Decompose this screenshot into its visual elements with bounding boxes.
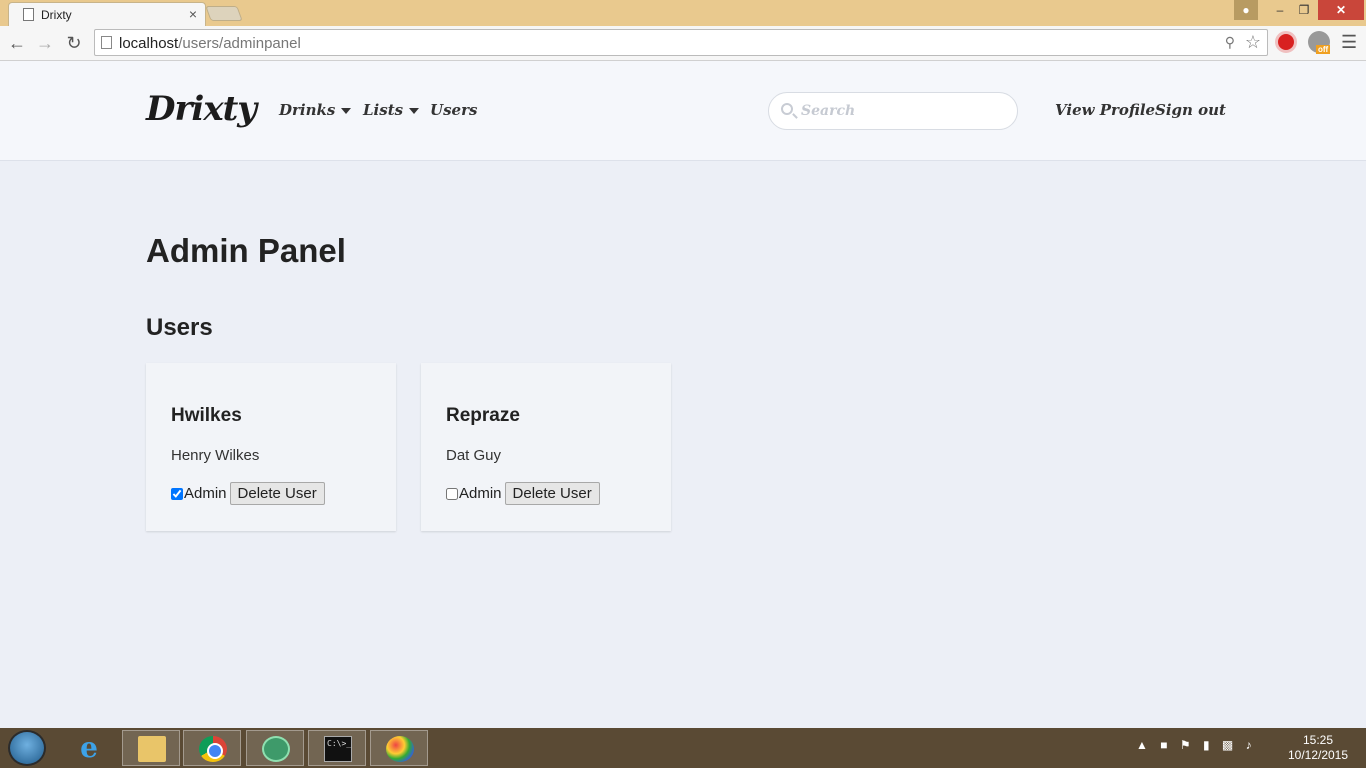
users-section-title: Users xyxy=(146,314,213,341)
menu-icon[interactable]: ☰ xyxy=(1341,32,1357,53)
atom-icon xyxy=(262,736,290,762)
caret-down-icon xyxy=(409,108,420,114)
paint-icon xyxy=(386,736,414,762)
admin-checkbox[interactable] xyxy=(446,487,458,500)
site-navbar: Drixty Drinks Lists Users View Profile S… xyxy=(0,61,1366,161)
browser-tab[interactable]: Drixty × xyxy=(8,2,206,26)
user-profile-icon[interactable]: ● xyxy=(1234,0,1258,20)
site-logo[interactable]: Drixty xyxy=(146,89,257,129)
url-text[interactable]: localhost/users/adminpanel xyxy=(119,35,301,52)
volume-icon[interactable]: ♪ xyxy=(1246,738,1252,752)
browser-titlebar: Drixty × ● – ❐ ✕ xyxy=(0,0,1366,26)
system-tray: ▲ ■ ⚑ ▮ ▩ ♪ xyxy=(1136,738,1261,752)
internet-explorer-icon: e xyxy=(80,731,98,764)
user-controls: Admin Delete User xyxy=(171,482,325,505)
taskbar-atom[interactable] xyxy=(246,730,304,766)
key-icon[interactable]: ⚲ xyxy=(1225,34,1235,51)
url-host: localhost xyxy=(119,35,179,52)
new-tab-button[interactable] xyxy=(205,6,243,21)
browser-toolbar: ← → ↻ localhost/users/adminpanel ⚲ ☆ off… xyxy=(0,26,1366,61)
bookmark-star-icon[interactable]: ☆ xyxy=(1245,32,1261,53)
taskbar-paint[interactable] xyxy=(370,730,428,766)
antivirus-icon[interactable]: ■ xyxy=(1160,738,1167,752)
delete-user-button[interactable]: Delete User xyxy=(229,482,325,505)
user-username: Hwilkes xyxy=(171,405,242,426)
flag-icon[interactable]: ⚑ xyxy=(1180,738,1191,752)
user-card: Hwilkes Henry Wilkes Admin Delete User xyxy=(146,363,396,531)
power-icon[interactable]: ▮ xyxy=(1203,738,1210,752)
view-profile-link[interactable]: View Profile xyxy=(1055,101,1155,119)
network-icon[interactable]: ▩ xyxy=(1222,738,1233,752)
taskbar-cmd[interactable]: C:\>_ xyxy=(308,730,366,766)
folder-icon xyxy=(138,736,166,762)
page-icon xyxy=(23,8,34,21)
taskbar-chrome[interactable] xyxy=(183,730,241,766)
nav-lists-label: Lists xyxy=(363,101,404,119)
user-username: Repraze xyxy=(446,405,520,426)
admin-checkbox[interactable] xyxy=(171,487,183,500)
taskbar-explorer[interactable] xyxy=(122,730,180,766)
user-fullname: Dat Guy xyxy=(446,447,502,464)
admin-label: Admin xyxy=(459,485,502,502)
caret-down-icon xyxy=(341,108,352,114)
address-bar[interactable]: localhost/users/adminpanel ⚲ ☆ xyxy=(94,29,1268,56)
nav-users[interactable]: Users xyxy=(430,101,477,119)
restore-button[interactable]: ❐ xyxy=(1290,0,1318,20)
search-icon xyxy=(781,103,793,115)
taskbar-ie[interactable]: e xyxy=(60,730,118,766)
clock-date: 10/12/2015 xyxy=(1287,748,1349,762)
user-fullname: Henry Wilkes xyxy=(171,447,260,464)
close-tab-icon[interactable]: × xyxy=(189,6,197,22)
nav-drinks-label: Drinks xyxy=(279,101,336,119)
clock[interactable]: 15:25 10/12/2015 xyxy=(1286,733,1350,763)
admin-label: Admin xyxy=(184,485,227,502)
extension-badge: off xyxy=(1316,45,1331,54)
page-title: Admin Panel xyxy=(146,232,346,269)
forward-arrow-icon[interactable]: → xyxy=(34,32,56,54)
search-box xyxy=(768,92,1018,130)
close-window-button[interactable]: ✕ xyxy=(1318,0,1364,20)
page-icon xyxy=(101,36,112,49)
sign-out-link[interactable]: Sign out xyxy=(1155,101,1226,119)
nav-lists[interactable]: Lists xyxy=(363,101,420,119)
chrome-icon xyxy=(199,736,227,762)
user-card: Repraze Dat Guy Admin Delete User xyxy=(421,363,671,531)
command-prompt-icon: C:\>_ xyxy=(324,736,352,762)
stop-extension-icon[interactable] xyxy=(1275,31,1297,53)
back-arrow-icon[interactable]: ← xyxy=(6,32,28,54)
show-hidden-icons-icon[interactable]: ▲ xyxy=(1136,738,1148,752)
clock-time: 15:25 xyxy=(1302,733,1334,747)
search-input[interactable] xyxy=(801,101,1001,121)
taskbar: e C:\>_ ▲ ■ ⚑ ▮ ▩ ♪ 15:25 10/12/2015 xyxy=(0,728,1366,768)
nav-drinks[interactable]: Drinks xyxy=(279,101,352,119)
user-controls: Admin Delete User xyxy=(446,482,600,505)
start-button[interactable] xyxy=(8,730,46,766)
reload-icon[interactable]: ↻ xyxy=(63,32,85,54)
tab-title: Drixty xyxy=(41,8,72,22)
delete-user-button[interactable]: Delete User xyxy=(504,482,600,505)
url-path: /users/adminpanel xyxy=(178,35,301,52)
